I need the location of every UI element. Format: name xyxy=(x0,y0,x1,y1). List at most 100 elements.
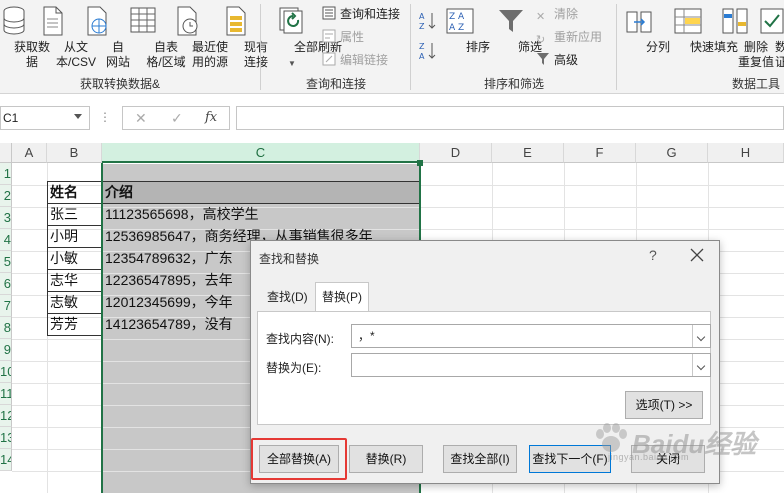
name-box-dropdown-icon[interactable] xyxy=(74,114,82,119)
tab-find[interactable]: 查找(D) xyxy=(261,285,314,311)
from-table-button[interactable]: 自表 格/区域 xyxy=(118,4,186,70)
sort-filter-group-label: 排序和筛选 xyxy=(484,77,545,91)
column-header-e[interactable]: E xyxy=(492,143,564,163)
paw-logo-icon xyxy=(596,423,627,452)
replace-with-input[interactable] xyxy=(351,353,711,377)
row-header[interactable]: 1 xyxy=(0,163,12,185)
row-header[interactable]: 5 xyxy=(0,251,12,273)
fill-handle[interactable] xyxy=(417,160,423,166)
formula-input[interactable] xyxy=(236,106,784,130)
help-icon[interactable]: ? xyxy=(649,247,657,263)
text-file-icon xyxy=(43,6,63,36)
advanced-filter-button[interactable]: 高级 xyxy=(536,52,578,68)
row-header[interactable]: 7 xyxy=(0,295,12,317)
formula-bar-splitter[interactable]: ⋮ xyxy=(99,110,111,124)
row-header[interactable]: 2 xyxy=(0,185,12,207)
enter-icon[interactable]: ✓ xyxy=(171,110,183,127)
formula-tools: ✕ ✓ fx xyxy=(122,106,230,130)
flash-fill-button[interactable]: 快速填充 xyxy=(660,4,738,70)
get-data-button[interactable]: 获取数 据 xyxy=(0,4,50,70)
column-header-h[interactable]: H xyxy=(708,143,784,163)
cancel-icon[interactable]: ✕ xyxy=(135,110,147,127)
sort-icon: Z AA Z xyxy=(446,8,474,34)
insert-function-icon[interactable]: fx xyxy=(205,110,217,125)
close-icon[interactable] xyxy=(687,245,707,265)
options-button[interactable]: 选项(T) >> xyxy=(625,391,703,419)
replace-button[interactable]: 替换(R) xyxy=(349,445,423,473)
highlight-annotation xyxy=(251,438,347,480)
text-to-columns-button[interactable]: 分列 xyxy=(620,4,670,70)
tab-find-label: 查找(D) xyxy=(267,290,308,304)
row-header[interactable]: 9 xyxy=(0,339,12,361)
tab-replace[interactable]: 替换(P) xyxy=(315,282,369,312)
svg-text:Z: Z xyxy=(419,22,425,31)
from-text-csv-button[interactable]: 从文 本/CSV xyxy=(30,4,96,70)
properties-icon xyxy=(322,29,336,43)
remove-duplicates-button[interactable]: 删除 重复值 xyxy=(712,4,774,74)
existing-connections-button[interactable]: 现有 连接 xyxy=(216,4,268,70)
find-what-input[interactable]: ，* xyxy=(351,324,711,348)
sort-ascending-button[interactable]: AZ xyxy=(418,10,438,32)
select-all-corner[interactable] xyxy=(0,143,12,163)
intro-cell[interactable]: 11123565698，高校学生 xyxy=(102,203,419,225)
edit-links-label: 编辑链接 xyxy=(340,53,389,67)
row-header[interactable]: 12 xyxy=(0,405,12,427)
connections-icon xyxy=(226,6,246,36)
table-border xyxy=(47,247,102,248)
selection-border xyxy=(101,163,103,493)
from-web-button[interactable]: 自 网站 xyxy=(78,4,130,70)
formula-bar: C1 ⋮ ✕ ✓ fx xyxy=(0,100,784,136)
table-border xyxy=(47,291,102,292)
dialog-title: 查找和替换 xyxy=(259,252,320,266)
refresh-all-button[interactable]: 全部刷新 ▼ xyxy=(264,4,342,72)
ribbon: 获取数 据 从文 本/CSV 自 网站 自表 格/区域 最近使 用的源 现有 连… xyxy=(0,0,784,94)
replace-with-label: 替换为(E): xyxy=(266,361,322,375)
table-icon xyxy=(130,7,156,33)
row-header[interactable]: 3 xyxy=(0,207,12,229)
filter-button[interactable]: 筛选 xyxy=(492,4,542,70)
reapply-label: 重新应用 xyxy=(554,30,603,44)
remove-duplicates-icon xyxy=(722,8,748,34)
table-border xyxy=(47,269,102,270)
row-header[interactable]: 11 xyxy=(0,383,12,405)
queries-group-label: 查询和连接 xyxy=(306,77,367,91)
reapply-button[interactable]: ↻ 重新应用 xyxy=(536,29,603,46)
column-header-f[interactable]: F xyxy=(564,143,636,163)
chevron-down-icon: ▼ xyxy=(288,59,296,68)
chevron-down-icon[interactable] xyxy=(692,325,710,347)
row-header[interactable]: 14 xyxy=(0,449,12,471)
data-validation-button[interactable]: 数据 证 xyxy=(756,4,784,74)
sort-descending-button[interactable]: ZA xyxy=(418,40,438,62)
row-header[interactable]: 13 xyxy=(0,427,12,449)
table-header-intro[interactable]: 介绍 xyxy=(102,181,419,203)
column-header-b[interactable]: B xyxy=(47,143,102,163)
svg-text:A Z: A Z xyxy=(449,23,464,33)
column-header-a[interactable]: A xyxy=(12,143,47,163)
group-separator xyxy=(616,4,617,90)
sort-descending-icon: ZA xyxy=(419,42,436,61)
column-header-d[interactable]: D xyxy=(420,143,492,163)
find-what-value: ，* xyxy=(358,329,375,343)
column-header-g[interactable]: G xyxy=(636,143,708,163)
row-header[interactable]: 6 xyxy=(0,273,12,295)
replace-label: 替换(R) xyxy=(365,452,407,466)
row-header[interactable]: 4 xyxy=(0,229,12,251)
advanced-filter-label: 高级 xyxy=(554,53,579,67)
table-border xyxy=(47,225,102,226)
row-header[interactable]: 8 xyxy=(0,317,12,339)
clear-filter-button[interactable]: ✕ 清除 xyxy=(536,6,578,23)
sort-label: 排序 xyxy=(465,40,490,54)
edit-links-button[interactable]: 编辑链接 xyxy=(322,52,388,68)
edit-links-icon xyxy=(322,52,336,66)
find-all-button[interactable]: 查找全部(I) xyxy=(443,445,517,473)
chevron-down-icon[interactable] xyxy=(692,354,710,376)
properties-button[interactable]: 属性 xyxy=(322,29,364,45)
find-what-label: 查找内容(N): xyxy=(266,332,334,346)
recent-sources-button[interactable]: 最近使 用的源 xyxy=(164,4,228,70)
queries-connections-button[interactable]: 查询和连接 xyxy=(322,6,400,22)
flash-fill-icon xyxy=(674,8,702,34)
row-header[interactable]: 10 xyxy=(0,361,12,383)
column-header-c[interactable]: C xyxy=(102,143,420,163)
sort-button[interactable]: Z AA Z 排序 xyxy=(442,4,490,70)
query-list-icon xyxy=(322,6,336,20)
